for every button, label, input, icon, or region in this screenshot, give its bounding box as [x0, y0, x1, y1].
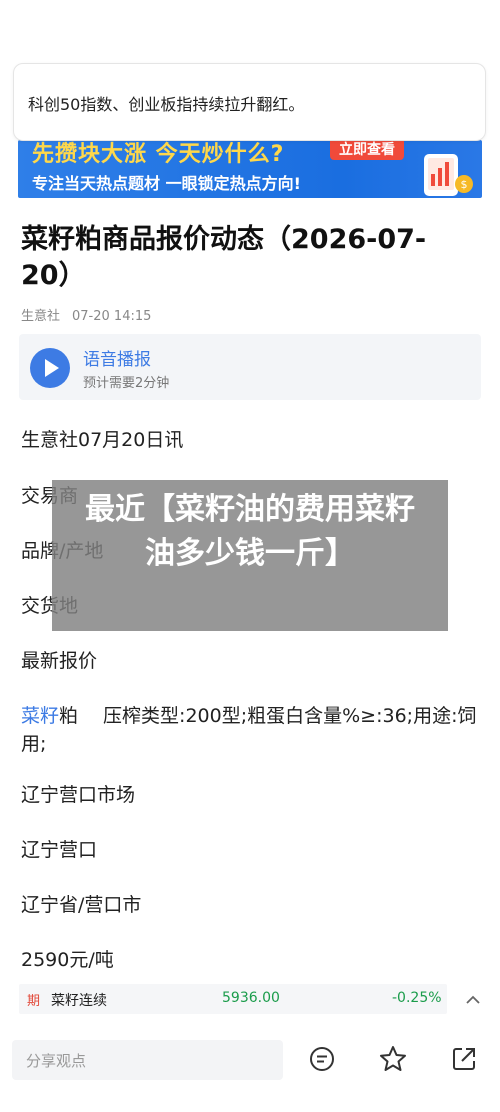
comment-placeholder: 分享观点 [26, 1052, 87, 1070]
market-name: 辽宁营口市场 [21, 784, 136, 806]
overlay-text: 最近【菜籽油的费用菜籽油多少钱一斤】 [85, 492, 415, 571]
play-icon [45, 359, 59, 377]
stock-quote[interactable]: 期 菜籽连续 5936.00 -0.25% [19, 984, 447, 1014]
latest-price-label: 最新报价 [21, 650, 98, 672]
phone-chart-icon: $ [424, 154, 473, 196]
stock-change: -0.25% [392, 990, 442, 1006]
product-spec: 菜籽粕 压榨类型:200型;粗蛋白含量%≥:36;用途:饲用; [21, 702, 481, 758]
location-2: 辽宁省/营口市 [21, 894, 142, 916]
audio-title: 语音播报 [83, 350, 151, 370]
product-link[interactable]: 菜籽 [21, 705, 59, 727]
audio-player[interactable]: 语音播报 预计需要2分钟 [19, 334, 481, 400]
article-source: 生意社 [21, 309, 61, 324]
banner-subline: 专注当天热点题材 一眼锁定热点方向! [32, 174, 301, 193]
svg-text:$: $ [461, 178, 468, 191]
stock-bar: 期 菜籽连续 5936.00 -0.25% [0, 972, 500, 1026]
banner-view-button[interactable]: 立即查看 [330, 140, 404, 160]
toast-text: 科创50指数、创业板指持续拉升翻红。 [28, 95, 305, 114]
futures-tag: 期 [27, 994, 41, 1009]
overlay-caption: 最近【菜籽油的费用菜籽油多少钱一斤】 [52, 480, 448, 631]
product-spec-text: 粕 压榨类型:200型;粗蛋白含量%≥:36;用途:饲用; [21, 705, 477, 755]
star-icon[interactable] [378, 1044, 408, 1074]
share-icon[interactable] [449, 1044, 479, 1074]
stock-name: 菜籽连续 [51, 993, 107, 1009]
stock-price: 5936.00 [222, 990, 280, 1006]
comment-icon[interactable] [307, 1044, 337, 1074]
article-meta: 生意社 07-20 14:15 [21, 305, 151, 324]
play-button[interactable] [30, 348, 70, 388]
notification-toast[interactable]: 科创50指数、创业板指持续拉升翻红。 [13, 63, 486, 141]
bottom-bar: 分享观点 [0, 1026, 500, 1112]
dateline: 生意社07月20日讯 [21, 429, 184, 451]
article-title: 菜籽粕商品报价动态（2026-07-20） [21, 224, 427, 291]
chevron-up-icon[interactable] [463, 990, 483, 1010]
audio-duration: 预计需要2分钟 [83, 376, 170, 391]
banner-headline: 先攒块大涨 今天炒什么? [32, 142, 285, 167]
article-time: 07-20 14:15 [72, 309, 152, 324]
comment-input[interactable]: 分享观点 [12, 1040, 283, 1080]
price-value: 2590元/吨 [21, 949, 114, 971]
promo-banner[interactable]: 先攒块大涨 今天炒什么? 立即查看 专注当天热点题材 一眼锁定热点方向! $ [18, 140, 482, 198]
location-1: 辽宁营口 [21, 839, 98, 861]
